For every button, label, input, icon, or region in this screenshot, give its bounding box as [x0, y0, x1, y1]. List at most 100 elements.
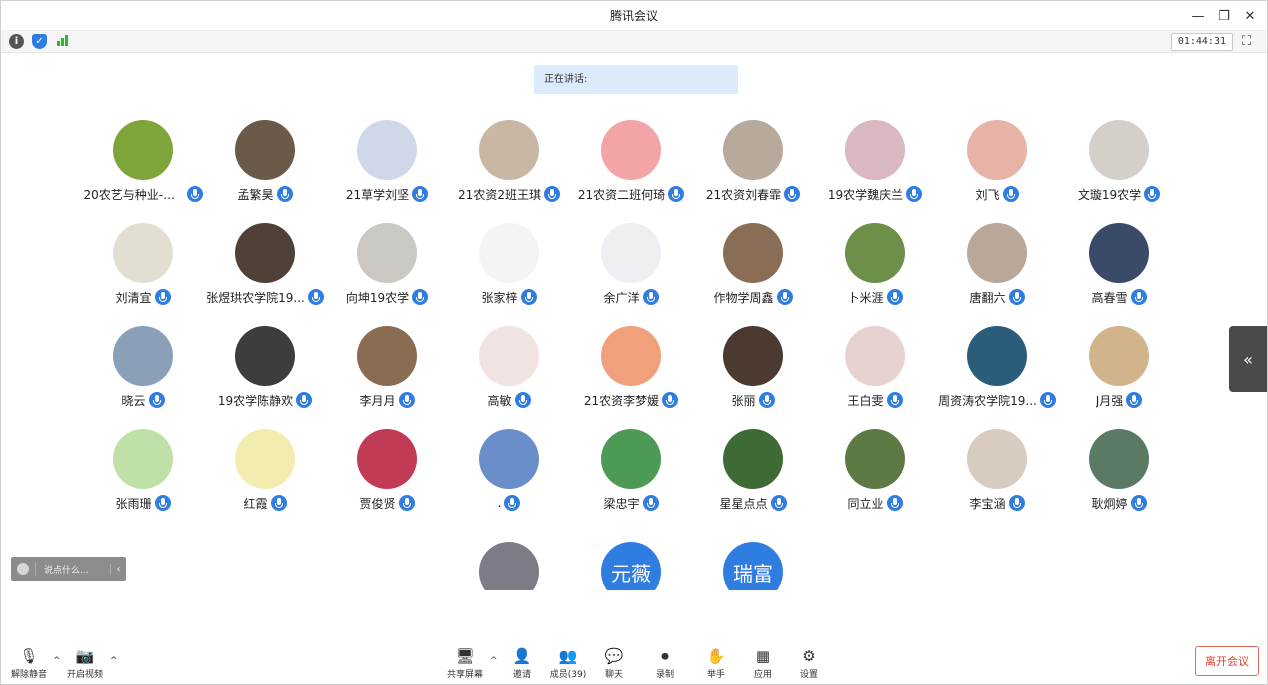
- avatar[interactable]: [113, 120, 173, 180]
- avatar[interactable]: [235, 326, 295, 386]
- participant-tile[interactable]: 21农资二班何琦: [570, 120, 692, 218]
- participant-tile[interactable]: 同立业: [814, 429, 936, 527]
- unmute-button[interactable]: 🎙 解除静音: [4, 646, 54, 682]
- avatar[interactable]: [845, 120, 905, 180]
- avatar[interactable]: [601, 120, 661, 180]
- participant-tile[interactable]: 刘清宜: [82, 223, 204, 321]
- avatar[interactable]: [235, 120, 295, 180]
- participant-tile[interactable]: J月强: [1058, 326, 1180, 424]
- chevron-left-icon[interactable]: ‹: [110, 563, 126, 575]
- avatar[interactable]: [601, 326, 661, 386]
- avatar[interactable]: [723, 120, 783, 180]
- participant-tile[interactable]: 高春雪: [1058, 223, 1180, 321]
- participant-tile[interactable]: 晓云: [82, 326, 204, 424]
- participant-tile[interactable]: 瑞富: [692, 542, 814, 590]
- participant-tile[interactable]: 张丽: [692, 326, 814, 424]
- chat-button[interactable]: 💬 聊天: [589, 646, 639, 682]
- leave-meeting-button[interactable]: 离开会议: [1195, 646, 1259, 676]
- signal-icon[interactable]: [55, 34, 69, 46]
- avatar[interactable]: [1089, 120, 1149, 180]
- shield-icon[interactable]: ✓: [32, 34, 47, 49]
- chat-input-box[interactable]: 说点什么... ‹: [11, 557, 126, 581]
- avatar[interactable]: [967, 223, 1027, 283]
- collapse-panel-button[interactable]: «: [1229, 326, 1267, 392]
- avatar[interactable]: [479, 542, 539, 590]
- apps-button[interactable]: ▦ 应用: [738, 646, 788, 682]
- avatar[interactable]: [601, 429, 661, 489]
- avatar[interactable]: [357, 223, 417, 283]
- avatar[interactable]: [479, 223, 539, 283]
- participant-tile[interactable]: 元薇: [570, 542, 692, 590]
- record-button[interactable]: ⏺ 录制: [640, 646, 690, 682]
- caret-up-icon[interactable]: ^: [110, 656, 118, 666]
- invite-button[interactable]: 👤 邀请: [497, 646, 547, 682]
- avatar[interactable]: [479, 326, 539, 386]
- avatar[interactable]: [1089, 326, 1149, 386]
- participant-tile[interactable]: 高敏: [448, 326, 570, 424]
- participant-tile[interactable]: 余广洋: [570, 223, 692, 321]
- participant-tile[interactable]: 星星点点: [692, 429, 814, 527]
- participant-tile[interactable]: 21草学刘坚: [326, 120, 448, 218]
- settings-button[interactable]: ⚙ 设置: [784, 646, 834, 682]
- participant-tile[interactable]: 卜米涯: [814, 223, 936, 321]
- participant-tile[interactable]: 耿炯婷: [1058, 429, 1180, 527]
- restore-icon[interactable]: ❐: [1213, 5, 1235, 27]
- participant-tile[interactable]: 作物学周鑫: [692, 223, 814, 321]
- avatar[interactable]: [601, 223, 661, 283]
- emoji-icon[interactable]: [17, 563, 29, 575]
- avatar[interactable]: [235, 223, 295, 283]
- raise-hand-button[interactable]: ✋ 举手: [691, 646, 741, 682]
- avatar[interactable]: [967, 326, 1027, 386]
- participant-tile[interactable]: 19农学陈静欢: [204, 326, 326, 424]
- avatar[interactable]: 元薇: [601, 542, 661, 590]
- participant-tile[interactable]: 文璇19农学: [1058, 120, 1180, 218]
- avatar[interactable]: [479, 120, 539, 180]
- avatar[interactable]: [357, 326, 417, 386]
- avatar[interactable]: [845, 326, 905, 386]
- participant-tile[interactable]: 张家梓: [448, 223, 570, 321]
- avatar[interactable]: [845, 223, 905, 283]
- avatar[interactable]: [1089, 223, 1149, 283]
- avatar[interactable]: [357, 429, 417, 489]
- avatar[interactable]: 瑞富: [723, 542, 783, 590]
- participant-tile[interactable]: 张煜珙农学院19...: [204, 223, 326, 321]
- participant-tile[interactable]: 唐翻六: [936, 223, 1058, 321]
- participant-tile[interactable]: 19农学魏庆兰: [814, 120, 936, 218]
- participant-tile[interactable]: 刘飞: [936, 120, 1058, 218]
- share-screen-button[interactable]: 🖥 共享屏幕: [440, 646, 490, 682]
- participant-tile[interactable]: 李宝涵: [936, 429, 1058, 527]
- avatar[interactable]: [113, 326, 173, 386]
- start-video-button[interactable]: 📷 开启视频: [60, 646, 110, 682]
- fullscreen-icon[interactable]: ⛶: [1242, 34, 1257, 49]
- participant-tile[interactable]: .: [448, 429, 570, 527]
- chat-placeholder[interactable]: 说点什么...: [44, 563, 110, 576]
- avatar[interactable]: [845, 429, 905, 489]
- participant-tile[interactable]: 红霞: [204, 429, 326, 527]
- avatar[interactable]: [1089, 429, 1149, 489]
- participant-tile[interactable]: [448, 542, 570, 590]
- avatar[interactable]: [357, 120, 417, 180]
- participant-tile[interactable]: 20农艺与种业-杨...: [82, 120, 204, 218]
- avatar[interactable]: [479, 429, 539, 489]
- info-icon[interactable]: i: [9, 34, 24, 49]
- avatar[interactable]: [723, 326, 783, 386]
- avatar[interactable]: [723, 429, 783, 489]
- avatar[interactable]: [113, 223, 173, 283]
- participant-tile[interactable]: 21农资刘春霏: [692, 120, 814, 218]
- participant-tile[interactable]: 周资涛农学院19...: [936, 326, 1058, 424]
- avatar[interactable]: [967, 429, 1027, 489]
- minimize-icon[interactable]: —: [1187, 5, 1209, 27]
- participant-tile[interactable]: 贾俊贤: [326, 429, 448, 527]
- avatar[interactable]: [723, 223, 783, 283]
- avatar[interactable]: [113, 429, 173, 489]
- avatar[interactable]: [967, 120, 1027, 180]
- participant-tile[interactable]: 梁忠宇: [570, 429, 692, 527]
- avatar[interactable]: [235, 429, 295, 489]
- participant-tile[interactable]: 李月月: [326, 326, 448, 424]
- members-button[interactable]: 👥 成员(39): [543, 646, 593, 682]
- participant-tile[interactable]: 21农资2班王琪: [448, 120, 570, 218]
- participant-tile[interactable]: 21农资李梦媛: [570, 326, 692, 424]
- participant-tile[interactable]: 孟繁昊: [204, 120, 326, 218]
- participant-tile[interactable]: 张雨珊: [82, 429, 204, 527]
- participant-tile[interactable]: 向坤19农学: [326, 223, 448, 321]
